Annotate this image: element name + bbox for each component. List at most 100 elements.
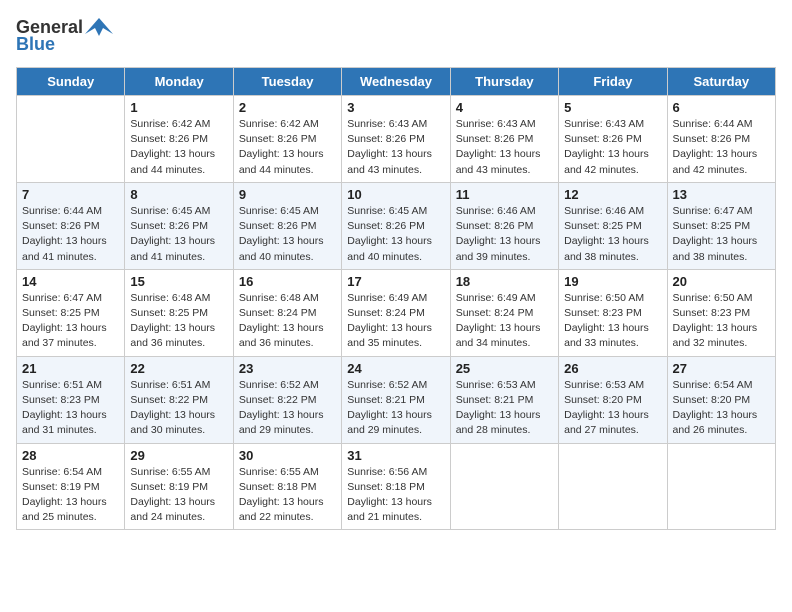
day-number: 4 (456, 100, 553, 115)
calendar-day-cell: 6 Sunrise: 6:44 AM Sunset: 8:26 PM Daylig… (667, 96, 775, 183)
day-of-week-header: Friday (559, 68, 667, 96)
calendar-day-cell: 25 Sunrise: 6:53 AM Sunset: 8:21 PM Dayli… (450, 356, 558, 443)
calendar-week-row: 7 Sunrise: 6:44 AM Sunset: 8:26 PM Daylig… (17, 182, 776, 269)
day-number: 31 (347, 448, 444, 463)
calendar-day-cell: 22 Sunrise: 6:51 AM Sunset: 8:22 PM Dayli… (125, 356, 233, 443)
day-info: Sunrise: 6:45 AM Sunset: 8:26 PM Dayligh… (239, 204, 336, 265)
day-number: 15 (130, 274, 227, 289)
day-info: Sunrise: 6:47 AM Sunset: 8:25 PM Dayligh… (673, 204, 770, 265)
day-number: 27 (673, 361, 770, 376)
day-info: Sunrise: 6:51 AM Sunset: 8:23 PM Dayligh… (22, 378, 119, 439)
calendar-table: SundayMondayTuesdayWednesdayThursdayFrid… (16, 67, 776, 530)
calendar-day-cell: 20 Sunrise: 6:50 AM Sunset: 8:23 PM Dayli… (667, 269, 775, 356)
day-info: Sunrise: 6:44 AM Sunset: 8:26 PM Dayligh… (673, 117, 770, 178)
day-number: 17 (347, 274, 444, 289)
day-number: 23 (239, 361, 336, 376)
day-number: 1 (130, 100, 227, 115)
day-info: Sunrise: 6:46 AM Sunset: 8:25 PM Dayligh… (564, 204, 661, 265)
calendar-day-cell: 8 Sunrise: 6:45 AM Sunset: 8:26 PM Daylig… (125, 182, 233, 269)
page-header: General Blue (16, 16, 776, 55)
logo-blue-text: Blue (16, 34, 55, 55)
calendar-header-row: SundayMondayTuesdayWednesdayThursdayFrid… (17, 68, 776, 96)
calendar-day-cell (450, 443, 558, 530)
day-number: 24 (347, 361, 444, 376)
day-number: 12 (564, 187, 661, 202)
day-number: 18 (456, 274, 553, 289)
day-number: 13 (673, 187, 770, 202)
calendar-day-cell: 7 Sunrise: 6:44 AM Sunset: 8:26 PM Daylig… (17, 182, 125, 269)
calendar-day-cell: 12 Sunrise: 6:46 AM Sunset: 8:25 PM Dayli… (559, 182, 667, 269)
calendar-day-cell: 17 Sunrise: 6:49 AM Sunset: 8:24 PM Dayli… (342, 269, 450, 356)
day-of-week-header: Thursday (450, 68, 558, 96)
day-info: Sunrise: 6:47 AM Sunset: 8:25 PM Dayligh… (22, 291, 119, 352)
day-number: 28 (22, 448, 119, 463)
day-of-week-header: Monday (125, 68, 233, 96)
day-of-week-header: Tuesday (233, 68, 341, 96)
day-info: Sunrise: 6:49 AM Sunset: 8:24 PM Dayligh… (347, 291, 444, 352)
calendar-day-cell: 4 Sunrise: 6:43 AM Sunset: 8:26 PM Daylig… (450, 96, 558, 183)
day-info: Sunrise: 6:54 AM Sunset: 8:19 PM Dayligh… (22, 465, 119, 526)
day-info: Sunrise: 6:48 AM Sunset: 8:25 PM Dayligh… (130, 291, 227, 352)
day-info: Sunrise: 6:43 AM Sunset: 8:26 PM Dayligh… (564, 117, 661, 178)
day-number: 6 (673, 100, 770, 115)
calendar-day-cell: 11Sunrise: 6:46 AM Sunset: 8:26 PM Dayli… (450, 182, 558, 269)
day-info: Sunrise: 6:51 AM Sunset: 8:22 PM Dayligh… (130, 378, 227, 439)
day-number: 5 (564, 100, 661, 115)
calendar-day-cell: 15 Sunrise: 6:48 AM Sunset: 8:25 PM Dayli… (125, 269, 233, 356)
day-of-week-header: Sunday (17, 68, 125, 96)
day-number: 22 (130, 361, 227, 376)
day-info: Sunrise: 6:43 AM Sunset: 8:26 PM Dayligh… (456, 117, 553, 178)
day-info: Sunrise: 6:56 AM Sunset: 8:18 PM Dayligh… (347, 465, 444, 526)
calendar-day-cell: 29 Sunrise: 6:55 AM Sunset: 8:19 PM Dayli… (125, 443, 233, 530)
calendar-day-cell: 31 Sunrise: 6:56 AM Sunset: 8:18 PM Dayli… (342, 443, 450, 530)
day-info: Sunrise: 6:50 AM Sunset: 8:23 PM Dayligh… (673, 291, 770, 352)
calendar-day-cell: 9 Sunrise: 6:45 AM Sunset: 8:26 PM Daylig… (233, 182, 341, 269)
calendar-day-cell: 18 Sunrise: 6:49 AM Sunset: 8:24 PM Dayli… (450, 269, 558, 356)
day-number: 16 (239, 274, 336, 289)
day-info: Sunrise: 6:42 AM Sunset: 8:26 PM Dayligh… (130, 117, 227, 178)
calendar-day-cell: 1 Sunrise: 6:42 AM Sunset: 8:26 PM Daylig… (125, 96, 233, 183)
calendar-day-cell: 3Sunrise: 6:43 AM Sunset: 8:26 PM Daylig… (342, 96, 450, 183)
calendar-day-cell (17, 96, 125, 183)
day-number: 29 (130, 448, 227, 463)
calendar-day-cell: 27 Sunrise: 6:54 AM Sunset: 8:20 PM Dayli… (667, 356, 775, 443)
day-info: Sunrise: 6:50 AM Sunset: 8:23 PM Dayligh… (564, 291, 661, 352)
calendar-day-cell: 19 Sunrise: 6:50 AM Sunset: 8:23 PM Dayli… (559, 269, 667, 356)
day-number: 14 (22, 274, 119, 289)
day-info: Sunrise: 6:46 AM Sunset: 8:26 PM Dayligh… (456, 204, 553, 265)
day-number: 25 (456, 361, 553, 376)
day-number: 21 (22, 361, 119, 376)
calendar-day-cell: 14 Sunrise: 6:47 AM Sunset: 8:25 PM Dayli… (17, 269, 125, 356)
day-info: Sunrise: 6:52 AM Sunset: 8:21 PM Dayligh… (347, 378, 444, 439)
day-info: Sunrise: 6:49 AM Sunset: 8:24 PM Dayligh… (456, 291, 553, 352)
day-number: 9 (239, 187, 336, 202)
calendar-day-cell: 16 Sunrise: 6:48 AM Sunset: 8:24 PM Dayli… (233, 269, 341, 356)
day-number: 19 (564, 274, 661, 289)
day-info: Sunrise: 6:54 AM Sunset: 8:20 PM Dayligh… (673, 378, 770, 439)
day-number: 20 (673, 274, 770, 289)
calendar-day-cell: 13 Sunrise: 6:47 AM Sunset: 8:25 PM Dayli… (667, 182, 775, 269)
day-info: Sunrise: 6:52 AM Sunset: 8:22 PM Dayligh… (239, 378, 336, 439)
day-info: Sunrise: 6:44 AM Sunset: 8:26 PM Dayligh… (22, 204, 119, 265)
day-info: Sunrise: 6:55 AM Sunset: 8:18 PM Dayligh… (239, 465, 336, 526)
day-number: 26 (564, 361, 661, 376)
day-info: Sunrise: 6:55 AM Sunset: 8:19 PM Dayligh… (130, 465, 227, 526)
logo-bird-icon (85, 16, 113, 38)
day-of-week-header: Wednesday (342, 68, 450, 96)
calendar-day-cell: 10Sunrise: 6:45 AM Sunset: 8:26 PM Dayli… (342, 182, 450, 269)
day-info: Sunrise: 6:48 AM Sunset: 8:24 PM Dayligh… (239, 291, 336, 352)
calendar-day-cell: 24 Sunrise: 6:52 AM Sunset: 8:21 PM Dayli… (342, 356, 450, 443)
calendar-day-cell: 28 Sunrise: 6:54 AM Sunset: 8:19 PM Dayli… (17, 443, 125, 530)
calendar-day-cell: 30Sunrise: 6:55 AM Sunset: 8:18 PM Dayli… (233, 443, 341, 530)
calendar-day-cell (559, 443, 667, 530)
calendar-day-cell: 2Sunrise: 6:42 AM Sunset: 8:26 PM Daylig… (233, 96, 341, 183)
day-number: 7 (22, 187, 119, 202)
calendar-week-row: 14 Sunrise: 6:47 AM Sunset: 8:25 PM Dayli… (17, 269, 776, 356)
day-number: 8 (130, 187, 227, 202)
calendar-week-row: 28 Sunrise: 6:54 AM Sunset: 8:19 PM Dayli… (17, 443, 776, 530)
day-info: Sunrise: 6:53 AM Sunset: 8:21 PM Dayligh… (456, 378, 553, 439)
day-info: Sunrise: 6:42 AM Sunset: 8:26 PM Dayligh… (239, 117, 336, 178)
day-info: Sunrise: 6:43 AM Sunset: 8:26 PM Dayligh… (347, 117, 444, 178)
day-of-week-header: Saturday (667, 68, 775, 96)
day-info: Sunrise: 6:45 AM Sunset: 8:26 PM Dayligh… (130, 204, 227, 265)
